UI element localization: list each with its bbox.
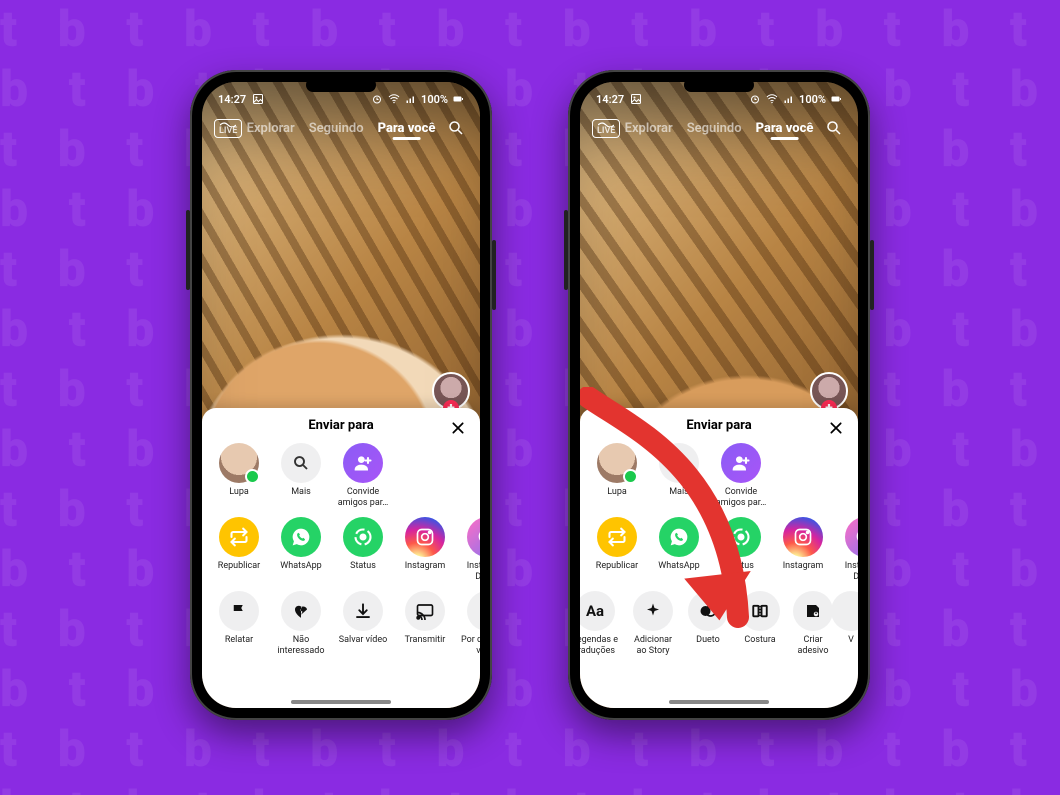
battery-icon: [452, 93, 464, 105]
share-instagram[interactable]: Instagram: [776, 517, 830, 583]
signal-icon: [405, 93, 417, 105]
action-criar-adesivo[interactable]: Criar adesivo: [790, 591, 836, 657]
add-user-icon: [343, 443, 383, 483]
status-time: 14:27: [596, 93, 624, 106]
action-nao-interessado[interactable]: Não interessado: [274, 591, 328, 657]
cast-icon: [405, 591, 445, 631]
action-salvar-video[interactable]: Salvar vídeo: [336, 591, 390, 657]
phone-left: 14:27 100% LIVE E: [190, 70, 492, 720]
action-legendas[interactable]: Aa Legendas e traduções: [580, 591, 620, 657]
tab-para-voce[interactable]: Para você: [756, 121, 814, 136]
whatsapp-icon: [281, 517, 321, 557]
battery-icon: [830, 93, 842, 105]
status-battery-text: 100%: [799, 93, 826, 106]
live-button[interactable]: LIVE: [214, 119, 242, 138]
share-sheet-title: Enviar para: [308, 418, 373, 433]
avatar-icon: [597, 443, 637, 483]
share-invite-friends[interactable]: Convide amigos par…: [714, 443, 768, 509]
share-instagram-direct[interactable]: Instagram Direct: [838, 517, 858, 583]
share-republicar[interactable]: Republicar: [212, 517, 266, 583]
alarm-icon: [371, 93, 383, 105]
action-dueto[interactable]: Dueto: [686, 591, 730, 657]
share-republicar[interactable]: Republicar: [590, 517, 644, 583]
text-aa-icon: Aa: [580, 591, 615, 631]
share-sheet: Enviar para Lupa Mais: [580, 408, 858, 708]
phone-notch: [306, 78, 376, 92]
search-button[interactable]: [444, 116, 468, 140]
whatsapp-status-icon: [343, 517, 383, 557]
wifi-icon: [387, 93, 401, 105]
flag-icon: [219, 591, 259, 631]
close-icon: [829, 421, 843, 435]
search-icon: [825, 119, 843, 137]
messenger-icon: [845, 517, 858, 557]
action-costura[interactable]: Costura: [738, 591, 782, 657]
download-icon: [343, 591, 383, 631]
share-more-contacts[interactable]: Mais: [274, 443, 328, 509]
repost-icon: [219, 517, 259, 557]
top-nav: LIVE Explorar Seguindo Para você: [580, 112, 858, 144]
repost-icon: [597, 517, 637, 557]
sparkle-icon: [633, 591, 673, 631]
tab-explorar[interactable]: Explorar: [625, 121, 673, 136]
live-button[interactable]: LIVE: [592, 119, 620, 138]
share-invite-friends[interactable]: Convide amigos par…: [336, 443, 390, 509]
action-adicionar-story[interactable]: Adicionar ao Story: [628, 591, 678, 657]
messenger-icon: [467, 517, 480, 557]
action-peek-right[interactable]: V: [844, 591, 858, 657]
tab-para-voce[interactable]: Para você: [378, 121, 436, 136]
instagram-icon: [405, 517, 445, 557]
whatsapp-icon: [659, 517, 699, 557]
share-whatsapp[interactable]: WhatsApp: [274, 517, 328, 583]
share-instagram-direct[interactable]: Instagram Direct: [460, 517, 480, 583]
status-battery-text: 100%: [421, 93, 448, 106]
add-user-icon: [721, 443, 761, 483]
gallery-icon: [252, 93, 264, 105]
heart-broken-icon: [281, 591, 321, 631]
share-sheet: Enviar para Lupa Mais: [202, 408, 480, 708]
share-more-contacts[interactable]: Mais: [652, 443, 706, 509]
tab-seguindo[interactable]: Seguindo: [687, 121, 742, 136]
signal-icon: [783, 93, 795, 105]
alarm-icon: [749, 93, 761, 105]
share-sheet-title: Enviar para: [686, 418, 751, 433]
share-contact-lupa[interactable]: Lupa: [590, 443, 644, 509]
action-relatar[interactable]: Relatar: [212, 591, 266, 657]
search-icon: [281, 443, 321, 483]
home-indicator[interactable]: [669, 700, 769, 704]
wifi-icon: [765, 93, 779, 105]
search-icon: [659, 443, 699, 483]
tab-explorar[interactable]: Explorar: [247, 121, 295, 136]
share-contact-lupa[interactable]: Lupa: [212, 443, 266, 509]
share-status[interactable]: Status: [714, 517, 768, 583]
phone-right: 14:27 100% LIVE Explorar: [568, 70, 870, 720]
tab-seguindo[interactable]: Seguindo: [309, 121, 364, 136]
search-button[interactable]: [822, 116, 846, 140]
creator-avatar[interactable]: +: [810, 372, 848, 410]
question-icon: [467, 591, 480, 631]
status-time: 14:27: [218, 93, 246, 106]
share-whatsapp[interactable]: WhatsApp: [652, 517, 706, 583]
sticker-icon: [793, 591, 833, 631]
search-icon: [447, 119, 465, 137]
close-icon: [451, 421, 465, 435]
creator-avatar[interactable]: +: [432, 372, 470, 410]
close-button[interactable]: [446, 416, 470, 440]
close-button[interactable]: [824, 416, 848, 440]
gallery-icon: [630, 93, 642, 105]
phone-notch: [684, 78, 754, 92]
whatsapp-status-icon: [721, 517, 761, 557]
share-status[interactable]: Status: [336, 517, 390, 583]
stitch-icon: [740, 591, 780, 631]
action-por-que-esse-video[interactable]: Por que esse vídeo: [460, 591, 480, 657]
share-instagram[interactable]: Instagram: [398, 517, 452, 583]
avatar-icon: [219, 443, 259, 483]
duet-icon: [688, 591, 728, 631]
top-nav: LIVE Explorar Seguindo Para você: [202, 112, 480, 144]
action-transmitir[interactable]: Transmitir: [398, 591, 452, 657]
instagram-icon: [783, 517, 823, 557]
home-indicator[interactable]: [291, 700, 391, 704]
